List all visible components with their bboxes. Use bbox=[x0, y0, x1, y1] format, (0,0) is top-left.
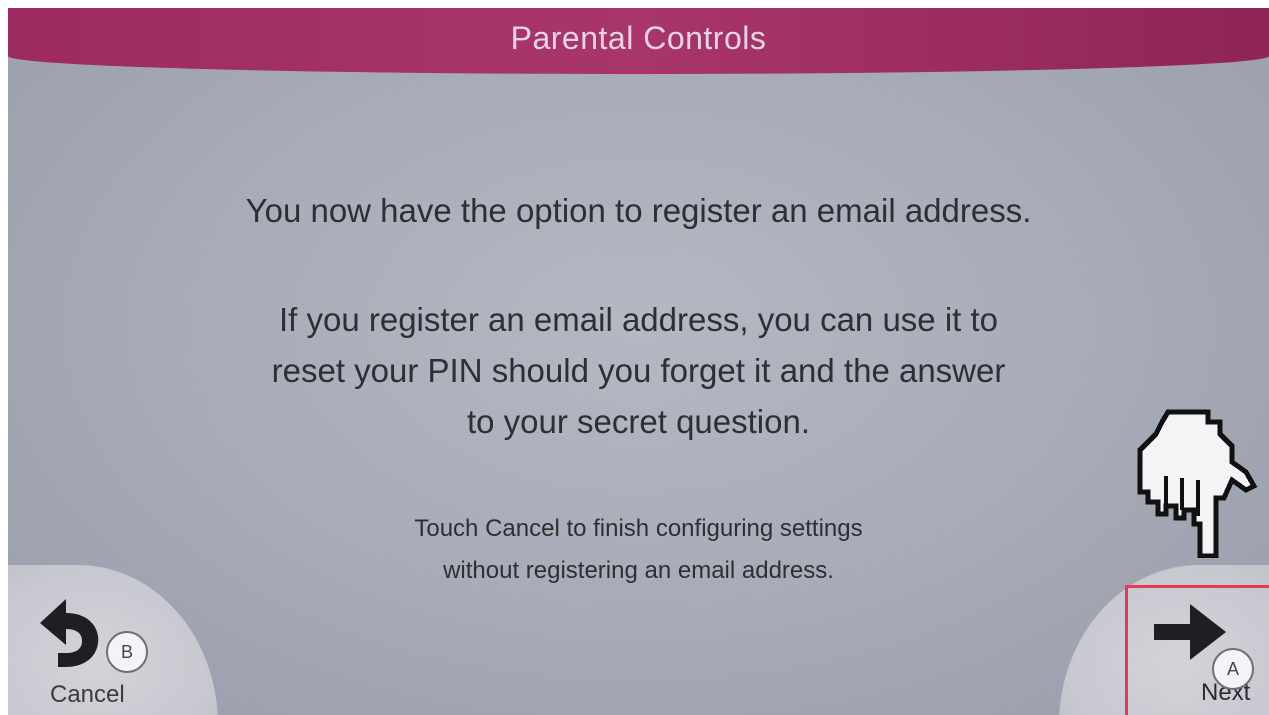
back-arrow-icon bbox=[40, 599, 99, 667]
message-note-line: Touch Cancel to finish configuring setti… bbox=[414, 515, 863, 542]
message-main: You now have the option to register an e… bbox=[245, 192, 1032, 229]
next-button-highlight bbox=[1125, 585, 1269, 715]
cancel-label: Cancel bbox=[50, 681, 125, 708]
b-key-badge: B bbox=[106, 631, 148, 673]
pointing-hand-icon bbox=[1137, 409, 1258, 558]
screen: Parental Controls You now have the optio… bbox=[8, 8, 1269, 715]
message-body-line: to your secret question. bbox=[466, 403, 811, 440]
message-note-line: without registering an email address. bbox=[443, 557, 834, 584]
title-bar: Parental Controls bbox=[8, 8, 1269, 74]
message-note: Touch Cancel to finish configuring setti… bbox=[8, 508, 1269, 592]
message-body-line: reset your PIN should you forget it and … bbox=[271, 352, 1006, 389]
message-body: If you register an email address, you ca… bbox=[8, 294, 1269, 447]
message-body-line: If you register an email address, you ca… bbox=[278, 301, 999, 338]
page-title: Parental Controls bbox=[510, 20, 767, 56]
